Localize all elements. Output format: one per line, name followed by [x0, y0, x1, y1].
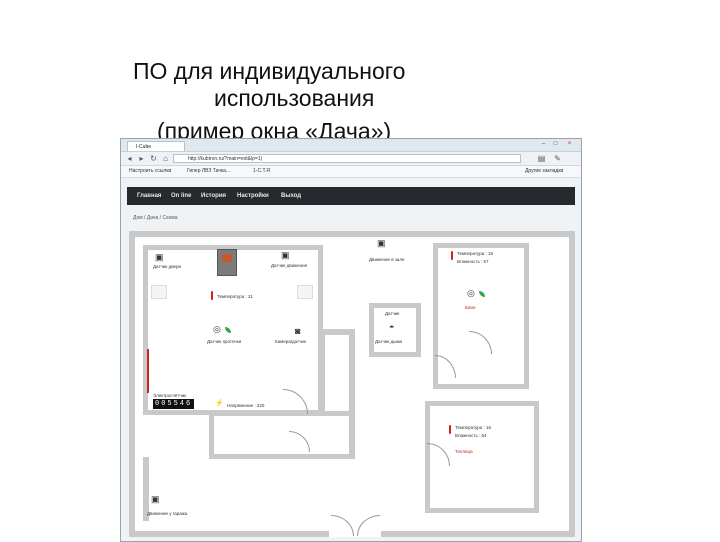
close-icon[interactable]: ×	[565, 141, 574, 148]
thermometer-icon	[211, 291, 213, 300]
menu-history[interactable]: История	[201, 187, 226, 205]
menu-settings[interactable]: Настройки	[237, 187, 269, 205]
outer-wall-left	[129, 231, 135, 537]
outer-wall-bottom-right	[381, 531, 575, 537]
outer-wall-top	[129, 231, 575, 237]
corner-sensor-tr[interactable]	[297, 285, 313, 299]
menu-online[interactable]: On line	[171, 187, 191, 205]
garage-motion-icon[interactable]: ▣	[151, 495, 160, 504]
label-garage-motion: Движение у гаража	[147, 511, 188, 516]
label-temp-main: Температура : 21	[217, 294, 254, 299]
bookmark-3[interactable]: 1-С.Т.Я	[253, 168, 270, 175]
power-counter-display: 005546	[153, 399, 195, 409]
floor-plan: ▣ Датчик двери ▣ Датчик движения Темпера…	[129, 231, 575, 537]
bath-smoke-icon[interactable]: ◎	[467, 289, 475, 298]
minimize-icon[interactable]: –	[539, 141, 548, 148]
door-arc-7	[357, 515, 380, 536]
maximize-icon[interactable]: □	[551, 141, 560, 148]
door-arc-6	[331, 515, 354, 536]
reload-icon[interactable]: ↻	[149, 154, 158, 163]
home-icon[interactable]: ⌂	[161, 154, 170, 163]
label-humidity-bath: Влажность : 57	[457, 259, 489, 264]
slide-title-line1: ПО для индивидуального	[133, 58, 406, 84]
label-smoke-sensor: Датчик протечки	[207, 339, 242, 344]
label-temp-bath: Температура : 18	[457, 251, 494, 256]
url-input[interactable]: http://kubtron.ru/?main=ext&lp=1)	[173, 154, 521, 163]
menu-exit[interactable]: Выход	[281, 187, 301, 205]
camera-icon[interactable]: ◙	[295, 327, 300, 336]
corner-sensor-tl[interactable]	[151, 285, 167, 299]
level-bar	[147, 349, 149, 393]
address-bar: ◂ ▸ ↻ ⌂ http://kubtron.ru/?main=ext&lp=1…	[121, 152, 581, 166]
breadcrumb: Дом / Дача / Схема	[133, 215, 178, 221]
label-smoke-center: Датчик	[385, 311, 400, 316]
hall-motion-icon[interactable]: ▣	[377, 239, 386, 248]
smoke-sensor-icon[interactable]: ◎	[213, 325, 221, 334]
page-icon[interactable]: ▤	[537, 154, 546, 163]
bookmark-1[interactable]: Настроить ссылки	[129, 168, 171, 175]
label-greenhouse: Теплица	[455, 449, 473, 454]
tab-bar: I-Cube – □ ×	[121, 139, 581, 152]
power-icon: ⚡	[215, 400, 224, 407]
bookmark-2[interactable]: Гипер ЛВЗ Тачка...	[187, 168, 230, 175]
back-icon[interactable]: ◂	[125, 154, 134, 163]
forward-icon[interactable]: ▸	[137, 154, 146, 163]
label-humidity-greenhouse: Влажность : 64	[455, 433, 487, 438]
outer-wall-right	[569, 231, 575, 537]
motion-sensor-icon[interactable]: ▣	[281, 251, 290, 260]
menu-home[interactable]: Главная	[137, 187, 161, 205]
outer-wall-bottom-left	[129, 531, 329, 537]
inner-wall-mid-right	[349, 329, 355, 459]
inner-wall-mid	[319, 331, 325, 415]
room-hall	[209, 411, 355, 459]
slide-title-line2: использования	[214, 85, 375, 111]
boiler-device[interactable]	[217, 249, 237, 276]
wrench-icon[interactable]: ✎	[553, 154, 562, 163]
label-bath: Баня	[465, 305, 476, 310]
browser-window: I-Cube – □ × ◂ ▸ ↻ ⌂ http://kubtron.ru/?…	[120, 138, 582, 542]
label-smoke-center-sub: Датчик дыма	[375, 339, 403, 344]
dome-camera-icon[interactable]: ◓	[389, 323, 394, 332]
browser-tab[interactable]: I-Cube	[127, 141, 185, 151]
label-camera-sensor: Камера/датчик	[275, 339, 306, 344]
other-bookmarks[interactable]: Другие закладки	[525, 168, 563, 175]
thermometer-bath-icon	[451, 251, 453, 260]
label-door-sensor: Датчик двери	[153, 264, 182, 269]
label-motion-sensor: Датчик движения	[271, 263, 308, 268]
label-power-usage: Напряжение : 220	[227, 403, 265, 408]
bookmarks-bar: Настроить ссылки Гипер ЛВЗ Тачка... 1-С.…	[121, 166, 581, 178]
door-sensor-icon[interactable]: ▣	[155, 253, 164, 262]
app-menu-bar: Главная On line История Настройки Выход	[127, 187, 575, 205]
label-power-counter: Электросчётчик	[153, 393, 187, 398]
thermometer-greenhouse-icon	[449, 425, 451, 434]
label-hall-motion: Движение в зале	[369, 257, 405, 262]
label-temp-greenhouse: Температура : 16	[455, 425, 492, 430]
